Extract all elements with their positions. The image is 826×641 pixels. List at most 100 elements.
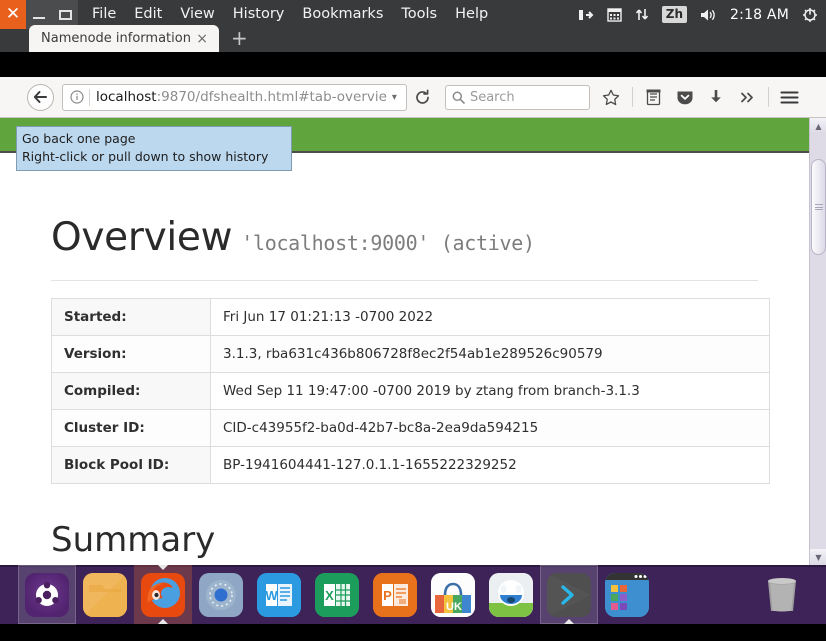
page-viewport: Overview 'localhost:9000' (active) Starte… <box>0 118 826 565</box>
toolbar-divider-2 <box>767 87 769 107</box>
search-icon <box>452 91 465 104</box>
address-host: localhost <box>96 89 157 105</box>
menu-bookmarks[interactable]: Bookmarks <box>301 4 384 25</box>
svg-text:X: X <box>325 588 334 603</box>
page-title-suffix: 'localhost:9000' (active) <box>241 231 535 255</box>
page-title-main: Overview <box>51 215 233 260</box>
back-button[interactable] <box>27 83 54 111</box>
row-value: CID-c43955f2-ba0d-42b7-bc8a-2ea9da594215 <box>210 409 770 447</box>
table-row: Version: 3.1.3, rba631c436b806728f8ec2f5… <box>51 335 770 373</box>
svg-text:P: P <box>383 588 392 603</box>
terminal-icon <box>547 572 591 617</box>
address-path: :9870/dfshealth.html#tab-overvie <box>156 89 387 105</box>
dock-item-powerpoint[interactable]: P <box>366 565 424 624</box>
menu-file[interactable]: File <box>91 4 117 25</box>
network-icon[interactable] <box>578 8 594 22</box>
clock[interactable]: 2:18 AM <box>730 7 789 23</box>
dock-item-ubuntu-software[interactable]: UK <box>424 565 482 624</box>
calendar-icon[interactable] <box>607 7 622 22</box>
ubuntu-software-icon: UK <box>431 572 475 617</box>
page-body: Overview 'localhost:9000' (active) Starte… <box>0 153 809 560</box>
table-row: Started: Fri Jun 17 01:21:13 -0700 2022 <box>51 298 770 336</box>
scroll-down-button[interactable]: ▼ <box>810 549 826 565</box>
ubuntu-launcher-icon <box>25 572 69 617</box>
powerpoint-icon: P <box>373 572 417 617</box>
dock-item-chromium[interactable] <box>192 565 250 624</box>
screen: ✕ File Edit View History Bookmarks Tools… <box>0 0 826 641</box>
address-divider <box>89 88 90 106</box>
reader-list-icon[interactable] <box>641 84 667 110</box>
dock-item-excel[interactable]: X <box>308 565 366 624</box>
page-scrollbar[interactable]: ▲ ▼ <box>809 118 826 565</box>
svg-text:UK: UK <box>446 601 462 613</box>
downloads-icon[interactable] <box>703 84 729 110</box>
svg-text:W: W <box>265 588 278 603</box>
table-row: Cluster ID: CID-c43955f2-ba0d-42b7-bc8a-… <box>51 409 770 447</box>
dock: W X P UK <box>0 565 826 624</box>
dock-item-ubuntu[interactable] <box>18 565 76 624</box>
window-indicator-top <box>158 565 168 570</box>
row-value: Wed Sep 11 19:47:00 -0700 2019 by ztang … <box>223 383 640 399</box>
chromium-browser-icon <box>199 572 243 617</box>
bookmark-star-icon[interactable] <box>598 84 624 110</box>
row-value: 3.1.3, rba631c436b806728f8ec2f54ab1e2895… <box>210 335 770 373</box>
menu-edit[interactable]: Edit <box>133 4 163 25</box>
dock-item-firefox[interactable] <box>134 565 192 624</box>
row-label: Started: <box>51 298 211 336</box>
address-bar[interactable]: localhost:9870/dfshealth.html#tab-overvi… <box>62 83 407 111</box>
hamburger-menu-icon[interactable] <box>777 84 803 110</box>
address-text: localhost:9870/dfshealth.html#tab-overvi… <box>96 89 387 105</box>
window-indicator-bottom <box>158 619 168 624</box>
toolbar-icons <box>598 84 803 110</box>
scroll-up-button[interactable]: ▲ <box>810 118 826 134</box>
row-label: Compiled: <box>51 372 211 410</box>
pocket-shield-icon[interactable] <box>672 84 698 110</box>
chevron-down-icon[interactable]: ▾ <box>387 92 402 103</box>
dock-item-app-grid[interactable] <box>598 565 656 624</box>
tab-namenode-information[interactable]: Namenode information × <box>29 25 219 52</box>
menu-view[interactable]: View <box>179 4 215 25</box>
help-assistant-icon <box>489 572 533 617</box>
scrollbar-grip <box>814 204 823 210</box>
search-input[interactable]: Search <box>444 84 590 110</box>
app-grid-icon <box>605 572 649 617</box>
firefox-icon <box>141 572 185 617</box>
browser-toolbar: localhost:9870/dfshealth.html#tab-overvi… <box>0 77 826 118</box>
table-row: Block Pool ID: BP-1941604441-127.0.1.1-1… <box>51 446 770 484</box>
tooltip-line-2: Right-click or pull down to show history <box>22 148 269 164</box>
back-button-tooltip: Go back one page Right-click or pull dow… <box>16 126 292 171</box>
dock-item-help-assistant[interactable] <box>482 565 540 624</box>
input-method-indicator[interactable]: Zh <box>661 6 688 23</box>
trash-icon <box>768 578 796 612</box>
dock-item-files[interactable] <box>76 565 134 624</box>
scrollbar-thumb[interactable] <box>811 159 826 255</box>
tab-strip: Namenode information × + <box>0 25 826 52</box>
window-indicator-bottom <box>564 619 574 624</box>
menu-tools[interactable]: Tools <box>400 4 438 25</box>
dock-item-trash[interactable] <box>760 573 804 617</box>
row-label: Version: <box>51 335 211 373</box>
table-row: Compiled: Wed Sep 11 19:47:00 -0700 2019… <box>51 372 770 410</box>
row-value: Fri Jun 17 01:21:13 -0700 2022 <box>223 309 434 325</box>
title-divider <box>51 280 758 281</box>
files-folder-icon <box>83 572 127 617</box>
row-label: Cluster ID: <box>51 409 211 447</box>
taskbar: W X P UK <box>0 565 826 641</box>
new-tab-button[interactable]: + <box>231 27 248 49</box>
sync-transfer-icon[interactable] <box>635 7 649 22</box>
reload-icon[interactable] <box>409 88 437 106</box>
overflow-chevrons-icon[interactable] <box>734 84 760 110</box>
excel-icon: X <box>315 572 359 617</box>
summary-heading: Summary <box>51 520 216 560</box>
row-value: BP-1941604441-127.0.1.1-1655222329252 <box>223 457 517 473</box>
tab-close-icon[interactable]: × <box>193 32 211 46</box>
overview-table: Started: Fri Jun 17 01:21:13 -0700 2022 … <box>51 298 770 484</box>
info-icon[interactable] <box>67 90 89 104</box>
menu-history[interactable]: History <box>232 4 286 25</box>
menu-help[interactable]: Help <box>454 4 489 25</box>
tab-title: Namenode information <box>41 31 191 46</box>
dock-item-word[interactable]: W <box>250 565 308 624</box>
dock-item-terminal[interactable] <box>540 565 598 624</box>
power-gear-icon[interactable] <box>802 7 818 23</box>
volume-icon[interactable] <box>700 8 717 22</box>
